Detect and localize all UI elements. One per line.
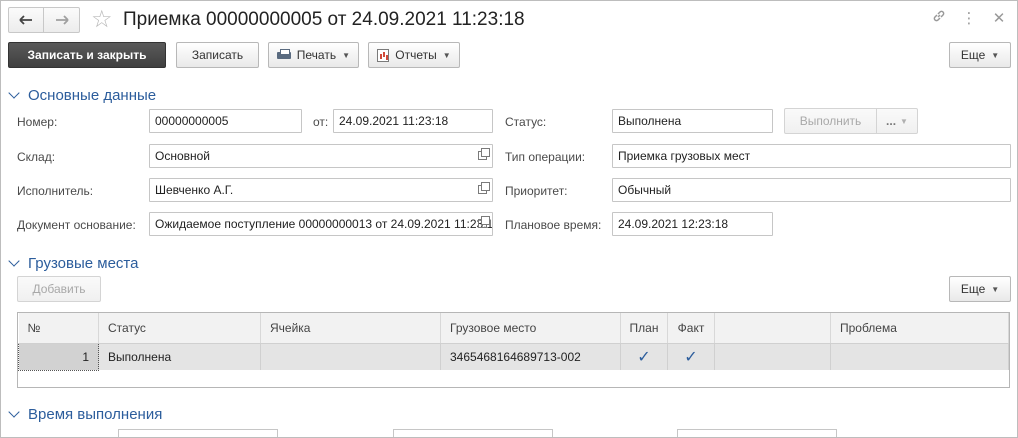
base-document-label: Документ основание: — [17, 218, 136, 232]
cargo-table[interactable]: № Статус Ячейка Грузовое место План Факт… — [17, 312, 1010, 388]
warehouse-field[interactable]: Основной — [149, 144, 493, 168]
execution-time-group-title: Время выполнения — [28, 406, 163, 423]
add-label: Добавить — [32, 282, 86, 296]
row-problem-cell[interactable] — [830, 343, 1009, 370]
dropdown-caret-icon: ▼ — [991, 284, 1000, 294]
open-icon[interactable] — [478, 182, 490, 194]
open-icon[interactable] — [478, 148, 490, 160]
cargo-more-button[interactable]: Еще ▼ — [949, 276, 1011, 302]
add-button[interactable]: Добавить — [17, 276, 101, 302]
priority-label: Приоритет: — [505, 184, 568, 198]
column-header-fact[interactable]: Факт — [667, 313, 715, 344]
status-field[interactable]: Выполнена — [612, 109, 773, 133]
warehouse-value: Основной — [155, 149, 211, 163]
executor-value: Шевченко А.Г. — [155, 183, 234, 197]
save-and-close-button[interactable]: Записать и закрыть — [8, 42, 166, 68]
cargo-group-title: Грузовые места — [28, 255, 139, 272]
table-row[interactable]: 1 Выполнена 3465468164689713-002 ✓ ✓ — [18, 342, 1009, 371]
chevron-down-icon — [8, 255, 20, 267]
row-status-cell[interactable]: Выполнена — [98, 343, 261, 370]
dropdown-caret-icon: ▼ — [442, 50, 451, 60]
more-actions-icon[interactable]: ⋮ — [961, 9, 977, 27]
base-document-value: Ожидаемое поступление 00000000013 от 24.… — [155, 217, 493, 231]
open-icon[interactable] — [478, 216, 490, 228]
column-header-extra[interactable] — [714, 313, 831, 344]
forward-button[interactable] — [44, 7, 80, 33]
execution-time-group-header[interactable]: Время выполнения — [8, 406, 163, 423]
column-header-status[interactable]: Статус — [98, 313, 261, 344]
more-label: Еще — [960, 48, 986, 62]
date-field[interactable]: 24.09.2021 11:23:18 — [333, 109, 493, 133]
back-button[interactable] — [8, 7, 44, 33]
document-window: ☆ Приемка 00000000005 от 24.09.2021 11:2… — [0, 0, 1018, 438]
print-label: Печать — [296, 48, 337, 62]
dropdown-caret-icon: ▼ — [342, 50, 350, 60]
number-label: Номер: — [17, 115, 58, 129]
close-icon[interactable]: ✕ — [991, 9, 1007, 27]
page-title: Приемка 00000000005 от 24.09.2021 11:23:… — [123, 9, 525, 30]
column-header-cell[interactable]: Ячейка — [260, 313, 441, 344]
number-field[interactable]: 00000000005 — [149, 109, 302, 133]
table-header-row: № Статус Ячейка Грузовое место План Факт… — [18, 313, 1009, 344]
dropdown-caret-icon: ▼ — [991, 50, 1000, 60]
row-extra-cell[interactable] — [714, 343, 831, 370]
window-controls: ⋮ ✕ — [931, 9, 1007, 27]
base-document-field[interactable]: Ожидаемое поступление 00000000013 от 24.… — [149, 212, 493, 236]
execution-start-field[interactable] — [118, 429, 278, 437]
priority-field[interactable]: Обычный — [612, 178, 1011, 202]
more-button[interactable]: Еще ▼ — [949, 42, 1011, 68]
report-icon — [377, 48, 390, 62]
navigation-buttons — [8, 7, 80, 33]
operation-type-field[interactable]: Приемка грузовых мест — [612, 144, 1011, 168]
date-label: от: — [313, 115, 329, 129]
favorite-star-icon[interactable]: ☆ — [91, 7, 113, 33]
row-plan-check-icon[interactable]: ✓ — [620, 343, 668, 370]
cargo-more-label: Еще — [960, 282, 986, 296]
execute-label: Выполнить — [799, 114, 862, 128]
main-data-group-header[interactable]: Основные данные — [8, 87, 157, 104]
save-label: Записать — [191, 48, 244, 62]
link-icon[interactable] — [931, 9, 947, 27]
cargo-group-header[interactable]: Грузовые места — [8, 255, 139, 272]
execute-more-button[interactable]: ... ▼ — [876, 108, 918, 134]
print-button[interactable]: Печать ▼ — [268, 42, 359, 68]
row-number-cell[interactable]: 1 — [18, 342, 99, 371]
planned-time-label: Плановое время: — [505, 218, 602, 232]
column-header-plan[interactable]: План — [620, 313, 668, 344]
chevron-down-icon — [8, 406, 20, 418]
arrow-left-icon — [19, 15, 32, 25]
row-cargo-place-cell[interactable]: 3465468164689713-002 — [440, 343, 621, 370]
row-cell-cell[interactable] — [260, 343, 441, 370]
operation-type-label: Тип операции: — [505, 150, 586, 164]
reports-button[interactable]: Отчеты ▼ — [368, 42, 460, 68]
main-data-group-title: Основные данные — [28, 87, 157, 104]
row-fact-check-icon[interactable]: ✓ — [667, 343, 715, 370]
status-label: Статус: — [505, 115, 547, 129]
execute-more-label: ... — [886, 114, 897, 128]
dropdown-caret-icon: ▼ — [900, 116, 908, 126]
column-header-number[interactable]: № — [18, 313, 99, 344]
column-header-cargo-place[interactable]: Грузовое место — [440, 313, 621, 344]
executor-label: Исполнитель: — [17, 184, 94, 198]
reports-label: Отчеты — [395, 48, 437, 62]
executor-field[interactable]: Шевченко А.Г. — [149, 178, 493, 202]
save-and-close-label: Записать и закрыть — [27, 48, 147, 62]
chevron-down-icon — [8, 87, 20, 99]
execution-duration-field[interactable] — [677, 429, 837, 437]
planned-time-field[interactable]: 24.09.2021 12:23:18 — [612, 212, 773, 236]
printer-icon — [277, 49, 291, 61]
execute-button[interactable]: Выполнить — [784, 108, 877, 134]
column-header-problem[interactable]: Проблема — [830, 313, 1009, 344]
save-button[interactable]: Записать — [176, 42, 259, 68]
warehouse-label: Склад: — [17, 150, 56, 164]
arrow-right-icon — [55, 15, 69, 25]
execution-end-field[interactable] — [393, 429, 553, 437]
